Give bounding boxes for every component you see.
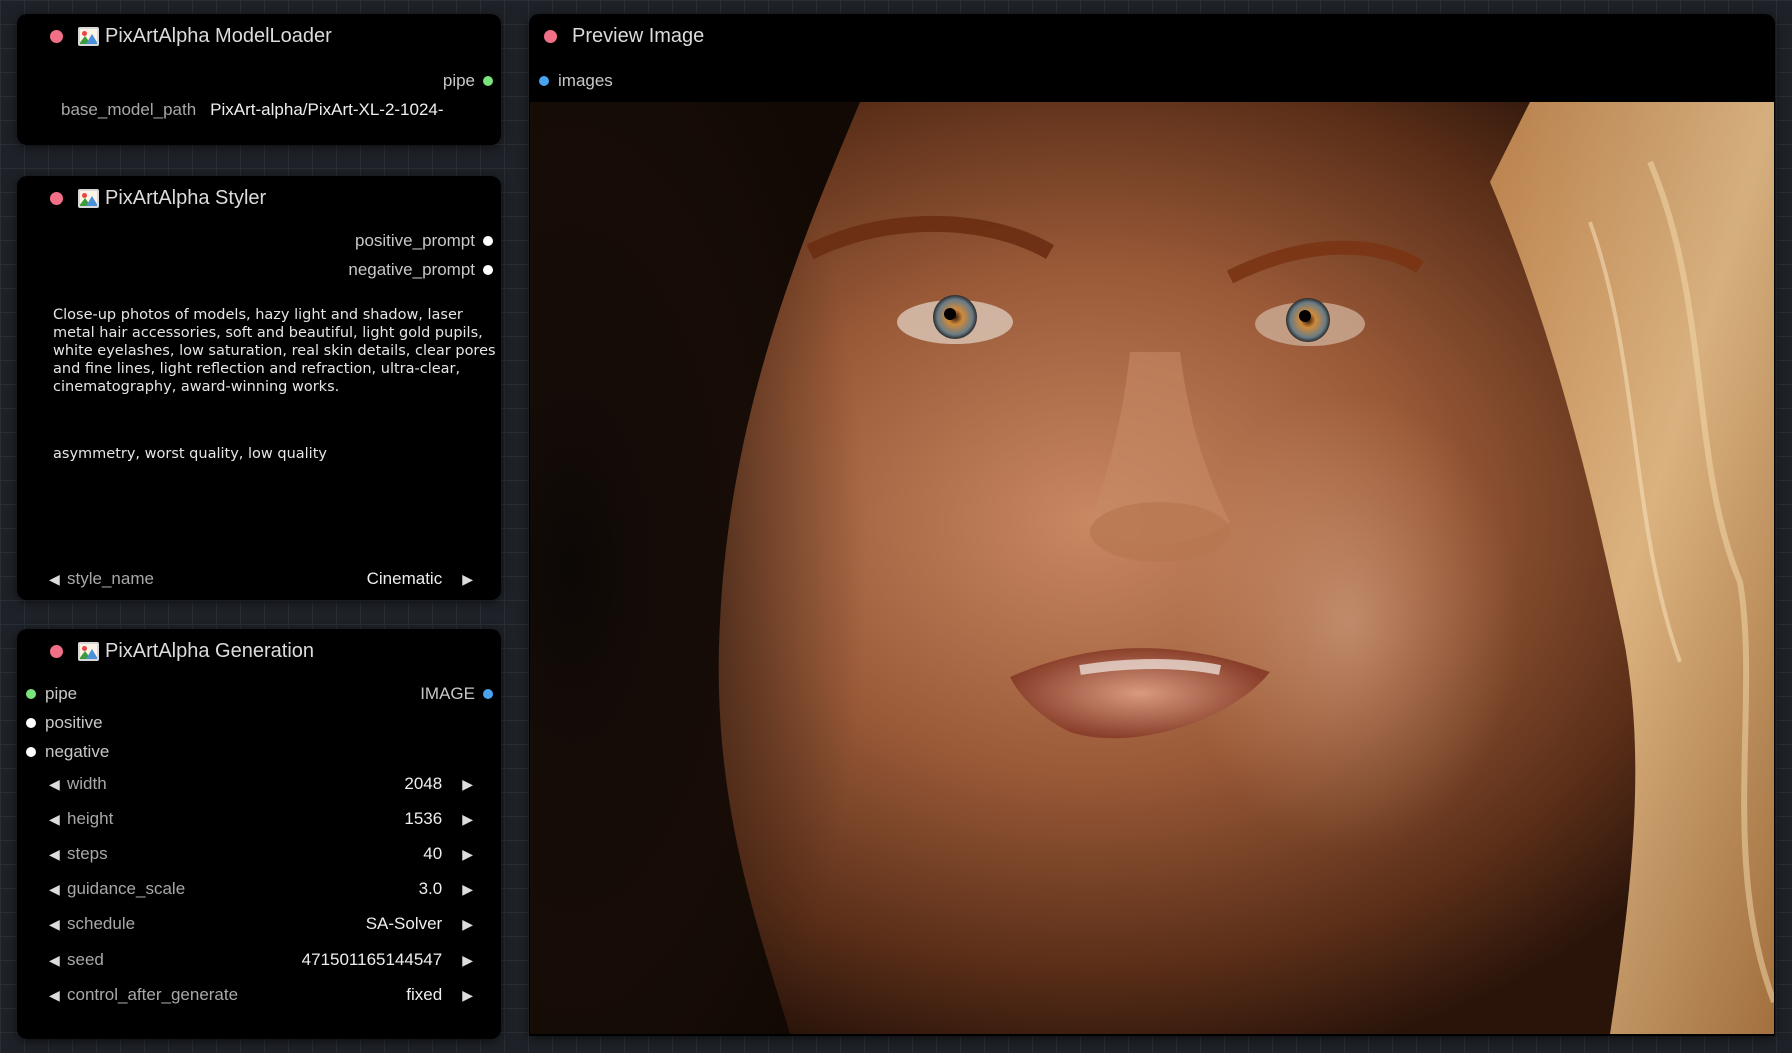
increment-arrow-icon[interactable]: ▶ (462, 811, 473, 828)
model-loader-title-bar[interactable]: PixArtAlpha ModelLoader (17, 14, 501, 58)
conditioning-slot-dot[interactable] (483, 265, 493, 275)
input-negative-slot[interactable]: negative (26, 742, 109, 762)
widget-value: 3.0 (418, 879, 443, 898)
schedule-widget[interactable]: ◀ schedule SA-Solver ▶ (49, 912, 473, 936)
styler-title-bar[interactable]: PixArtAlpha Styler (17, 176, 501, 220)
decrement-arrow-icon[interactable]: ◀ (49, 811, 67, 828)
output-pipe-slot[interactable]: pipe (443, 71, 493, 91)
decrement-arrow-icon[interactable]: ◀ (49, 776, 67, 793)
height-widget[interactable]: ◀ height 1536 ▶ (49, 807, 473, 831)
conditioning-slot-dot[interactable] (26, 747, 36, 757)
widget-value: SA-Solver (365, 914, 443, 933)
style-name-combo[interactable]: ◀ style_name Cinematic ▶ (49, 567, 473, 591)
conditioning-slot-dot[interactable] (483, 236, 493, 246)
pipe-slot-dot[interactable] (26, 689, 36, 699)
model-loader-node[interactable]: PixArtAlpha ModelLoader pipe base_model_… (17, 14, 501, 145)
increment-arrow-icon[interactable]: ▶ (462, 952, 473, 969)
output-image-slot[interactable]: IMAGE (420, 684, 493, 704)
decrement-arrow-icon[interactable]: ◀ (49, 952, 67, 969)
styler-node[interactable]: PixArtAlpha Styler positive_prompt negat… (17, 176, 501, 600)
generated-portrait-image (530, 102, 1774, 1034)
widget-value: 40 (423, 844, 443, 863)
increment-arrow-icon[interactable]: ▶ (462, 916, 473, 933)
input-positive-slot[interactable]: positive (26, 713, 103, 733)
collapse-dot[interactable] (50, 644, 63, 658)
widget-label: seed (67, 950, 104, 969)
slot-label: positive_prompt (354, 231, 475, 250)
decrement-arrow-icon[interactable]: ◀ (49, 987, 67, 1004)
framed-picture-icon (78, 26, 99, 46)
node-title: PixArtAlpha ModelLoader (105, 24, 332, 47)
widget-value: PixArt-alpha/PixArt-XL-2-1024- (210, 100, 444, 119)
increment-arrow-icon[interactable]: ▶ (462, 846, 473, 863)
slot-label: images (558, 71, 613, 90)
slot-label: positive (45, 713, 103, 732)
decrement-arrow-icon[interactable]: ◀ (49, 846, 67, 863)
decrement-arrow-icon[interactable]: ◀ (49, 571, 67, 588)
output-positive-prompt-slot[interactable]: positive_prompt (355, 231, 493, 251)
image-slot-dot[interactable] (483, 689, 493, 699)
slot-label: pipe (45, 684, 78, 703)
output-negative-prompt-slot[interactable]: negative_prompt (348, 260, 493, 280)
node-title: PixArtAlpha Styler (105, 186, 267, 209)
base-model-path-widget[interactable]: base_model_path PixArt-alpha/PixArt-XL-2… (61, 98, 473, 122)
image-slot-dot[interactable] (539, 76, 549, 86)
node-title: Preview Image (572, 24, 705, 47)
widget-value: fixed (406, 985, 443, 1004)
widget-value: 1536 (404, 809, 443, 828)
generation-title-bar[interactable]: PixArtAlpha Generation (17, 629, 501, 673)
slot-label: IMAGE (420, 684, 475, 703)
slot-label: pipe (442, 71, 475, 90)
collapse-dot[interactable] (50, 191, 63, 205)
widget-label: schedule (67, 914, 136, 933)
widget-label: control_after_generate (67, 985, 239, 1004)
control-after-generate-widget[interactable]: ◀ control_after_generate fixed ▶ (49, 983, 473, 1007)
collapse-dot[interactable] (50, 29, 63, 43)
widget-label: style_name (67, 569, 154, 588)
increment-arrow-icon[interactable]: ▶ (462, 571, 473, 588)
pipe-slot-dot[interactable] (483, 76, 493, 86)
widget-label: guidance_scale (67, 879, 186, 898)
widget-label: height (67, 809, 114, 828)
negative-prompt-textarea[interactable]: asymmetry, worst quality, low quality (53, 445, 503, 463)
input-pipe-slot[interactable]: pipe (26, 684, 77, 704)
conditioning-slot-dot[interactable] (26, 718, 36, 728)
decrement-arrow-icon[interactable]: ◀ (49, 916, 67, 933)
increment-arrow-icon[interactable]: ▶ (462, 776, 473, 793)
framed-picture-icon (78, 188, 99, 208)
widget-value: Cinematic (366, 569, 443, 588)
node-title: PixArtAlpha Generation (105, 639, 315, 662)
seed-widget[interactable]: ◀ seed 471501165144547 ▶ (49, 948, 473, 972)
slot-label: negative_prompt (348, 260, 475, 279)
width-widget[interactable]: ◀ width 2048 ▶ (49, 772, 473, 796)
framed-picture-icon (78, 641, 99, 661)
decrement-arrow-icon[interactable]: ◀ (49, 881, 67, 898)
widget-label: steps (67, 844, 108, 863)
widget-label: width (67, 774, 107, 793)
widget-value: 471501165144547 (301, 950, 443, 969)
steps-widget[interactable]: ◀ steps 40 ▶ (49, 842, 473, 866)
collapse-dot[interactable] (544, 29, 557, 43)
increment-arrow-icon[interactable]: ▶ (462, 881, 473, 898)
increment-arrow-icon[interactable]: ▶ (462, 987, 473, 1004)
widget-value: 2048 (404, 774, 443, 793)
positive-prompt-textarea[interactable]: Close-up photos of models, hazy light an… (53, 306, 503, 396)
portrait-svg (530, 102, 1774, 1034)
widget-label: base_model_path (61, 100, 197, 119)
slot-label: negative (45, 742, 110, 761)
input-images-slot[interactable]: images (539, 71, 613, 91)
guidance-scale-widget[interactable]: ◀ guidance_scale 3.0 ▶ (49, 877, 473, 901)
generation-node[interactable]: PixArtAlpha Generation pipe positive neg… (17, 629, 501, 1039)
preview-title-bar[interactable]: Preview Image (529, 14, 1775, 58)
